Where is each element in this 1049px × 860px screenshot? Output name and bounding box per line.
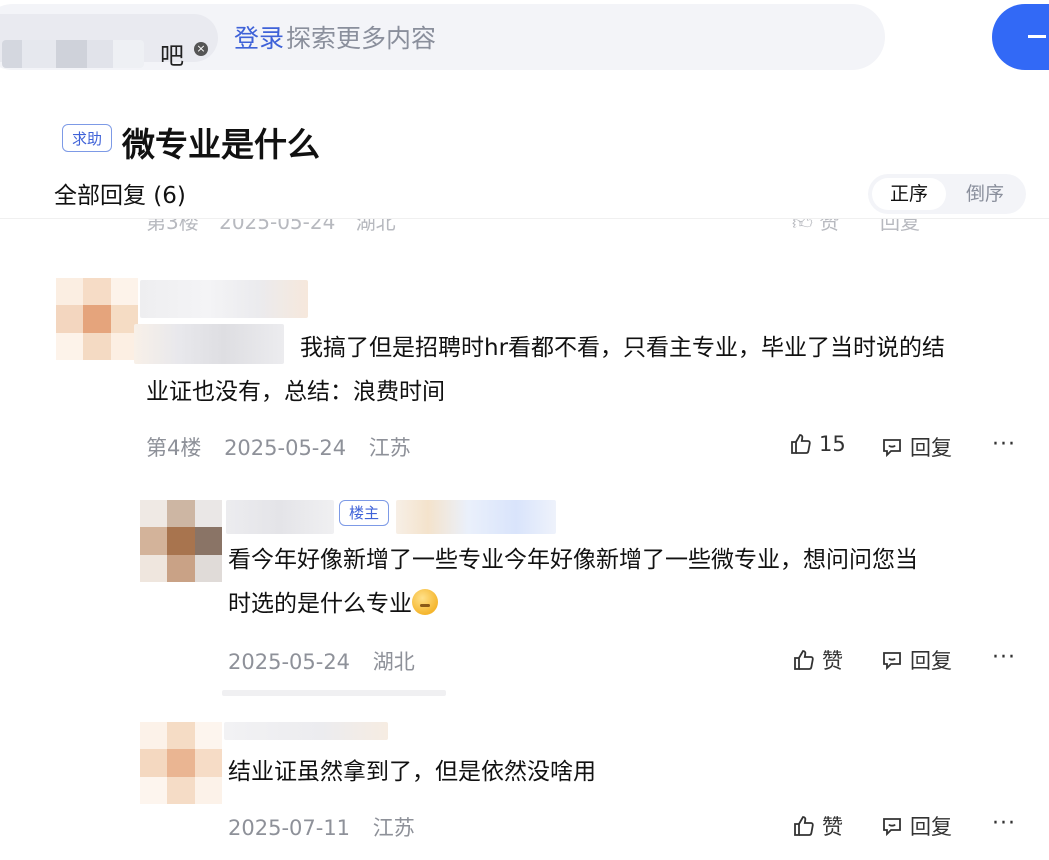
thread-title: 微专业是什么	[122, 125, 320, 164]
login-link[interactable]: 登录	[234, 19, 284, 55]
thumb-up-icon	[794, 816, 814, 836]
reply-label: 回复	[910, 649, 952, 673]
more-options-icon[interactable]: ···	[992, 432, 1016, 457]
post-text-line: 我搞了但是招聘时hr看都不看，只看主专业，毕业了当时说的结	[300, 335, 946, 361]
sub-reply-location: 江苏	[372, 816, 415, 840]
sub-reply-body: 结业证虽然拿到了，但是依然没啥用	[228, 750, 596, 794]
blurred-divider-name	[222, 690, 446, 696]
avatar[interactable]	[140, 500, 222, 582]
post-location: 江苏	[368, 436, 411, 460]
search-button[interactable]	[992, 4, 1049, 70]
forum-suffix: 吧	[160, 42, 184, 70]
sub-reply-meta: 2025-07-11 江苏	[228, 812, 431, 842]
like-label: 赞	[822, 649, 843, 673]
like-button[interactable]: 赞	[792, 811, 843, 841]
sort-toggle: 正序 倒序	[868, 174, 1026, 214]
comment-icon	[883, 818, 901, 837]
sub-reply-text-line: 看今年好像新增了一些专业今年好像新增了一些微专业，想问问您当	[228, 547, 918, 573]
blurred-username	[224, 722, 388, 740]
thumb-up-icon	[791, 434, 811, 454]
avatar[interactable]	[56, 278, 138, 360]
search-input[interactable]: 探索更多内容	[286, 19, 436, 55]
post-body: 我搞了但是招聘时hr看都不看，只看主专业，毕业了当时说的结 业证也没有，总结：浪…	[146, 326, 945, 414]
post-date: 2025-05-24	[224, 436, 347, 460]
reply-label: 回复	[910, 815, 952, 839]
sub-reply-meta: 2025-05-24 湖北	[228, 646, 431, 676]
close-icon[interactable]: ×	[194, 42, 208, 56]
like-count: 15	[819, 432, 846, 456]
forum-chip[interactable]: 吧 ×	[0, 14, 218, 70]
blurred-username	[226, 500, 334, 534]
help-tag: 求助	[62, 124, 112, 152]
sub-reply-date: 2025-07-11	[228, 816, 351, 840]
sort-ascending-button[interactable]: 正序	[872, 178, 946, 210]
blurred-username	[140, 280, 308, 318]
thumb-up-icon	[794, 650, 814, 670]
like-button[interactable]: 赞	[792, 645, 843, 675]
like-button[interactable]: 15	[789, 432, 846, 456]
comment-icon	[883, 652, 901, 671]
comment-icon	[883, 439, 901, 458]
thinking-face-emoji-icon	[412, 589, 438, 615]
sub-reply-text-line: 时选的是什么专业	[228, 582, 918, 626]
blurred-user-level	[396, 500, 556, 534]
post-floor: 第4楼	[146, 436, 202, 460]
reply-label: 回复	[910, 436, 952, 460]
sub-reply-date: 2025-05-24	[228, 650, 351, 674]
sort-descending-button[interactable]: 倒序	[948, 178, 1022, 210]
search-icon	[1028, 35, 1046, 38]
post-text-line: 业证也没有，总结：浪费时间	[146, 379, 445, 405]
top-bar: 吧 × 登录 探索更多内容	[0, 0, 1049, 89]
reply-button[interactable]: 回复	[880, 811, 952, 841]
blurred-forum-name	[2, 40, 144, 68]
like-label: 赞	[822, 815, 843, 839]
reply-count: 全部回复 (6)	[54, 183, 186, 209]
sub-reply-text-line: 结业证虽然拿到了，但是依然没啥用	[228, 759, 596, 785]
more-options-icon[interactable]: ···	[992, 645, 1016, 670]
host-badge: 楼主	[339, 500, 389, 526]
post-meta: 第4楼 2025-05-24 江苏	[146, 432, 427, 462]
thread-header: 求助 微专业是什么 全部回复 (6) 正序 倒序	[0, 88, 1049, 219]
sub-reply-location: 湖北	[372, 650, 415, 674]
reply-button[interactable]: 回复	[880, 432, 952, 462]
reply-button[interactable]: 回复	[880, 645, 952, 675]
more-options-icon[interactable]: ···	[992, 811, 1016, 836]
avatar[interactable]	[140, 722, 222, 804]
sub-reply-body: 看今年好像新增了一些专业今年好像新增了一些微专业，想问问您当 时选的是什么专业	[228, 538, 918, 626]
